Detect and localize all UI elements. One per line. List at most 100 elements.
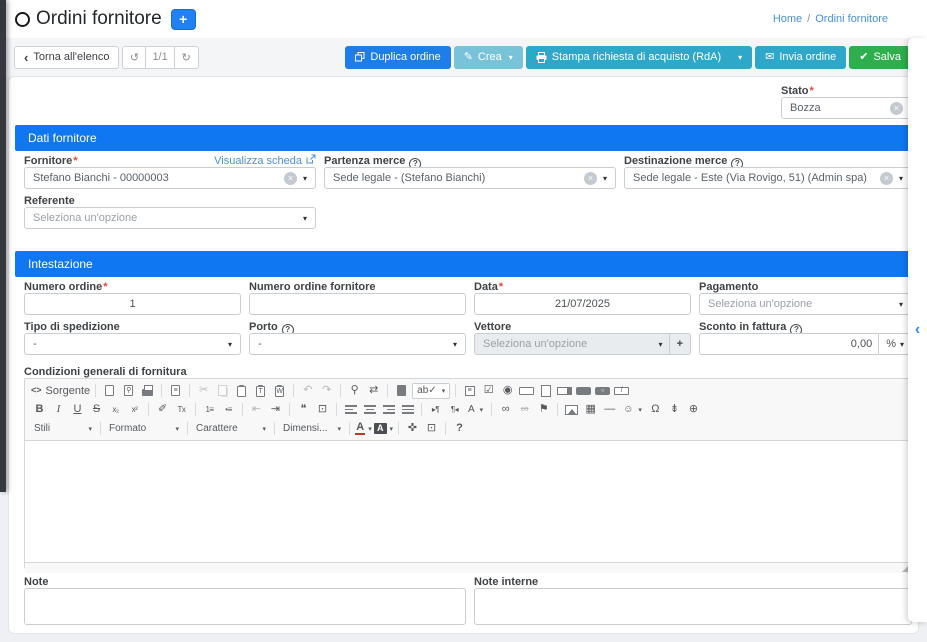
ck-align-justify-button[interactable]	[399, 401, 416, 418]
supplier-order-number-input[interactable]	[258, 298, 457, 310]
ck-new-page-button[interactable]	[101, 382, 118, 399]
ck-italic-button[interactable]: I	[50, 401, 67, 418]
ck-textarea-field-button[interactable]	[537, 382, 554, 399]
invoice-discount-field[interactable]: % ▾	[699, 333, 912, 355]
ck-preview-button[interactable]: ⚲	[120, 382, 137, 399]
ck-horizontal-rule-button[interactable]: ―	[601, 401, 618, 418]
ck-bidi-rtl-button[interactable]: ¶◂	[446, 401, 463, 418]
next-record-button[interactable]: ↻	[175, 46, 199, 69]
internal-notes-textarea[interactable]	[474, 588, 912, 625]
ck-paste-button[interactable]	[233, 382, 250, 399]
ck-underline-button[interactable]: U	[69, 401, 86, 418]
add-carrier-button[interactable]: +	[669, 333, 691, 355]
ck-radio-button-button[interactable]: ◉	[499, 382, 516, 399]
ck-text-color-button[interactable]: A▾	[355, 420, 372, 437]
add-order-button[interactable]: +	[171, 9, 196, 30]
ck-numbered-list-button[interactable]: 1≡	[201, 401, 218, 418]
ck-form-button[interactable]: ≡	[461, 382, 478, 399]
supplier-order-number-field[interactable]	[249, 293, 466, 315]
ck-strikethrough-button[interactable]: S	[88, 401, 105, 418]
ck-spellcheck-dropdown[interactable]: ab✓▾	[412, 383, 450, 399]
ck-bulleted-list-button[interactable]: •≡	[220, 401, 237, 418]
ck-align-center-button[interactable]	[361, 401, 378, 418]
ck-bold-button[interactable]: B	[31, 401, 48, 418]
ck-styles-dropdown[interactable]: Stili▾	[31, 420, 95, 437]
ck-replace-button[interactable]: ⇄	[365, 382, 382, 399]
clear-icon[interactable]: ×	[584, 172, 597, 185]
create-button[interactable]: ✎ Crea ▾	[454, 46, 523, 69]
ck-subscript-button[interactable]: x₂	[107, 401, 124, 418]
status-select[interactable]: Bozza ×	[781, 97, 912, 119]
ck-format-dropdown[interactable]: Formato▾	[106, 420, 182, 437]
ck-source-button[interactable]: <>Sorgente	[31, 382, 90, 399]
ck-print-button[interactable]	[139, 382, 156, 399]
breadcrumb-home-link[interactable]: Home	[773, 13, 802, 25]
ck-templates-button[interactable]: ≡	[167, 382, 184, 399]
ck-iframe-button[interactable]: ⊕	[685, 401, 702, 418]
print-rda-button[interactable]: Stampa richiesta di acquisto (RdA) ▾	[526, 46, 752, 69]
shipping-type-select[interactable]: - ▾	[24, 333, 241, 355]
ck-bg-color-button[interactable]: A▾	[374, 420, 393, 437]
order-number-field[interactable]	[24, 293, 241, 315]
ck-table-button[interactable]: ▦	[582, 401, 599, 418]
clear-icon[interactable]: ×	[890, 102, 903, 115]
ck-select-field-button[interactable]	[556, 382, 573, 399]
ck-text-field-button[interactable]	[518, 382, 535, 399]
breadcrumb-current-link[interactable]: Ordini fornitore	[815, 13, 888, 25]
ck-redo-button[interactable]: ↷	[318, 382, 335, 399]
ck-show-blocks-button[interactable]: ⊡	[423, 420, 440, 437]
save-button[interactable]: ✔ Salva	[849, 46, 911, 69]
send-order-button[interactable]: ✉ Invia ordine	[755, 46, 846, 69]
ck-find-button[interactable]: ⚲	[346, 382, 363, 399]
ck-outdent-button[interactable]: ⇤	[248, 401, 265, 418]
ck-language-dropdown[interactable]: A▾	[465, 401, 486, 418]
ck-smiley-dropdown[interactable]: ☺▾	[620, 401, 645, 418]
ck-anchor-button[interactable]: ⚑	[535, 401, 552, 418]
ck-special-char-button[interactable]: Ω	[647, 401, 664, 418]
ck-page-break-button[interactable]: ⇟	[666, 401, 683, 418]
back-to-list-button[interactable]: ‹ Torna all'elenco	[14, 46, 119, 69]
supplier-select[interactable]: Stefano Bianchi - 00000003 × ▾	[24, 167, 316, 189]
payment-select[interactable]: Seleziona un'opzione ▾	[699, 293, 912, 315]
ck-paste-text-button[interactable]: T	[252, 382, 269, 399]
ck-unlink-button[interactable]: ∞	[516, 401, 533, 418]
date-field[interactable]	[474, 293, 691, 315]
clear-icon[interactable]: ×	[880, 172, 893, 185]
right-panel-toggle[interactable]: ‹	[908, 38, 927, 622]
richtext-content[interactable]	[25, 441, 911, 562]
ck-blockquote-button[interactable]: ❝	[295, 401, 312, 418]
left-sidebar-edge[interactable]	[0, 0, 6, 492]
discount-unit-dropdown[interactable]: % ▾	[878, 333, 912, 355]
departure-select[interactable]: Sede legale - (Stefano Bianchi) × ▾	[324, 167, 616, 189]
destination-select[interactable]: Sede legale - Este (Via Rovigo, 51) (Adm…	[624, 167, 912, 189]
ck-size-dropdown[interactable]: Dimensi...▾	[280, 420, 344, 437]
ck-image-button[interactable]	[563, 401, 580, 418]
ck-align-left-button[interactable]	[342, 401, 359, 418]
view-supplier-card-link[interactable]: Visualizza scheda	[164, 154, 316, 167]
ck-copy-formatting-button[interactable]: ✐	[154, 401, 171, 418]
ck-undo-button[interactable]: ↶	[299, 382, 316, 399]
referent-select[interactable]: Seleziona un'opzione ▾	[24, 207, 316, 229]
clear-icon[interactable]: ×	[284, 172, 297, 185]
ck-indent-button[interactable]: ⇥	[267, 401, 284, 418]
ck-select-all-button[interactable]	[393, 382, 410, 399]
ck-paste-word-button[interactable]: W	[271, 382, 288, 399]
ck-copy-button[interactable]	[214, 382, 231, 399]
previous-record-button[interactable]: ↺	[122, 46, 146, 69]
duplicate-order-button[interactable]: Duplica ordine	[345, 46, 450, 69]
invoice-discount-input[interactable]	[708, 338, 872, 350]
porto-select[interactable]: - ▾	[249, 333, 466, 355]
ck-checkbox-button[interactable]: ☑	[480, 382, 497, 399]
ck-font-dropdown[interactable]: Carattere▾	[193, 420, 269, 437]
order-number-input[interactable]	[33, 298, 232, 310]
ck-about-button[interactable]: ?	[451, 420, 468, 437]
ck-align-right-button[interactable]	[380, 401, 397, 418]
ck-cut-button[interactable]: ✂	[195, 382, 212, 399]
ck-image-button-button[interactable]: ○	[594, 382, 611, 399]
ck-div-container-button[interactable]: ⊡	[314, 401, 331, 418]
ck-maximize-button[interactable]: ✜	[404, 420, 421, 437]
date-input[interactable]	[483, 298, 682, 310]
ck-bidi-ltr-button[interactable]: ▸¶	[427, 401, 444, 418]
ck-superscript-button[interactable]: x²	[126, 401, 143, 418]
ck-hidden-field-button[interactable]: /	[613, 382, 630, 399]
